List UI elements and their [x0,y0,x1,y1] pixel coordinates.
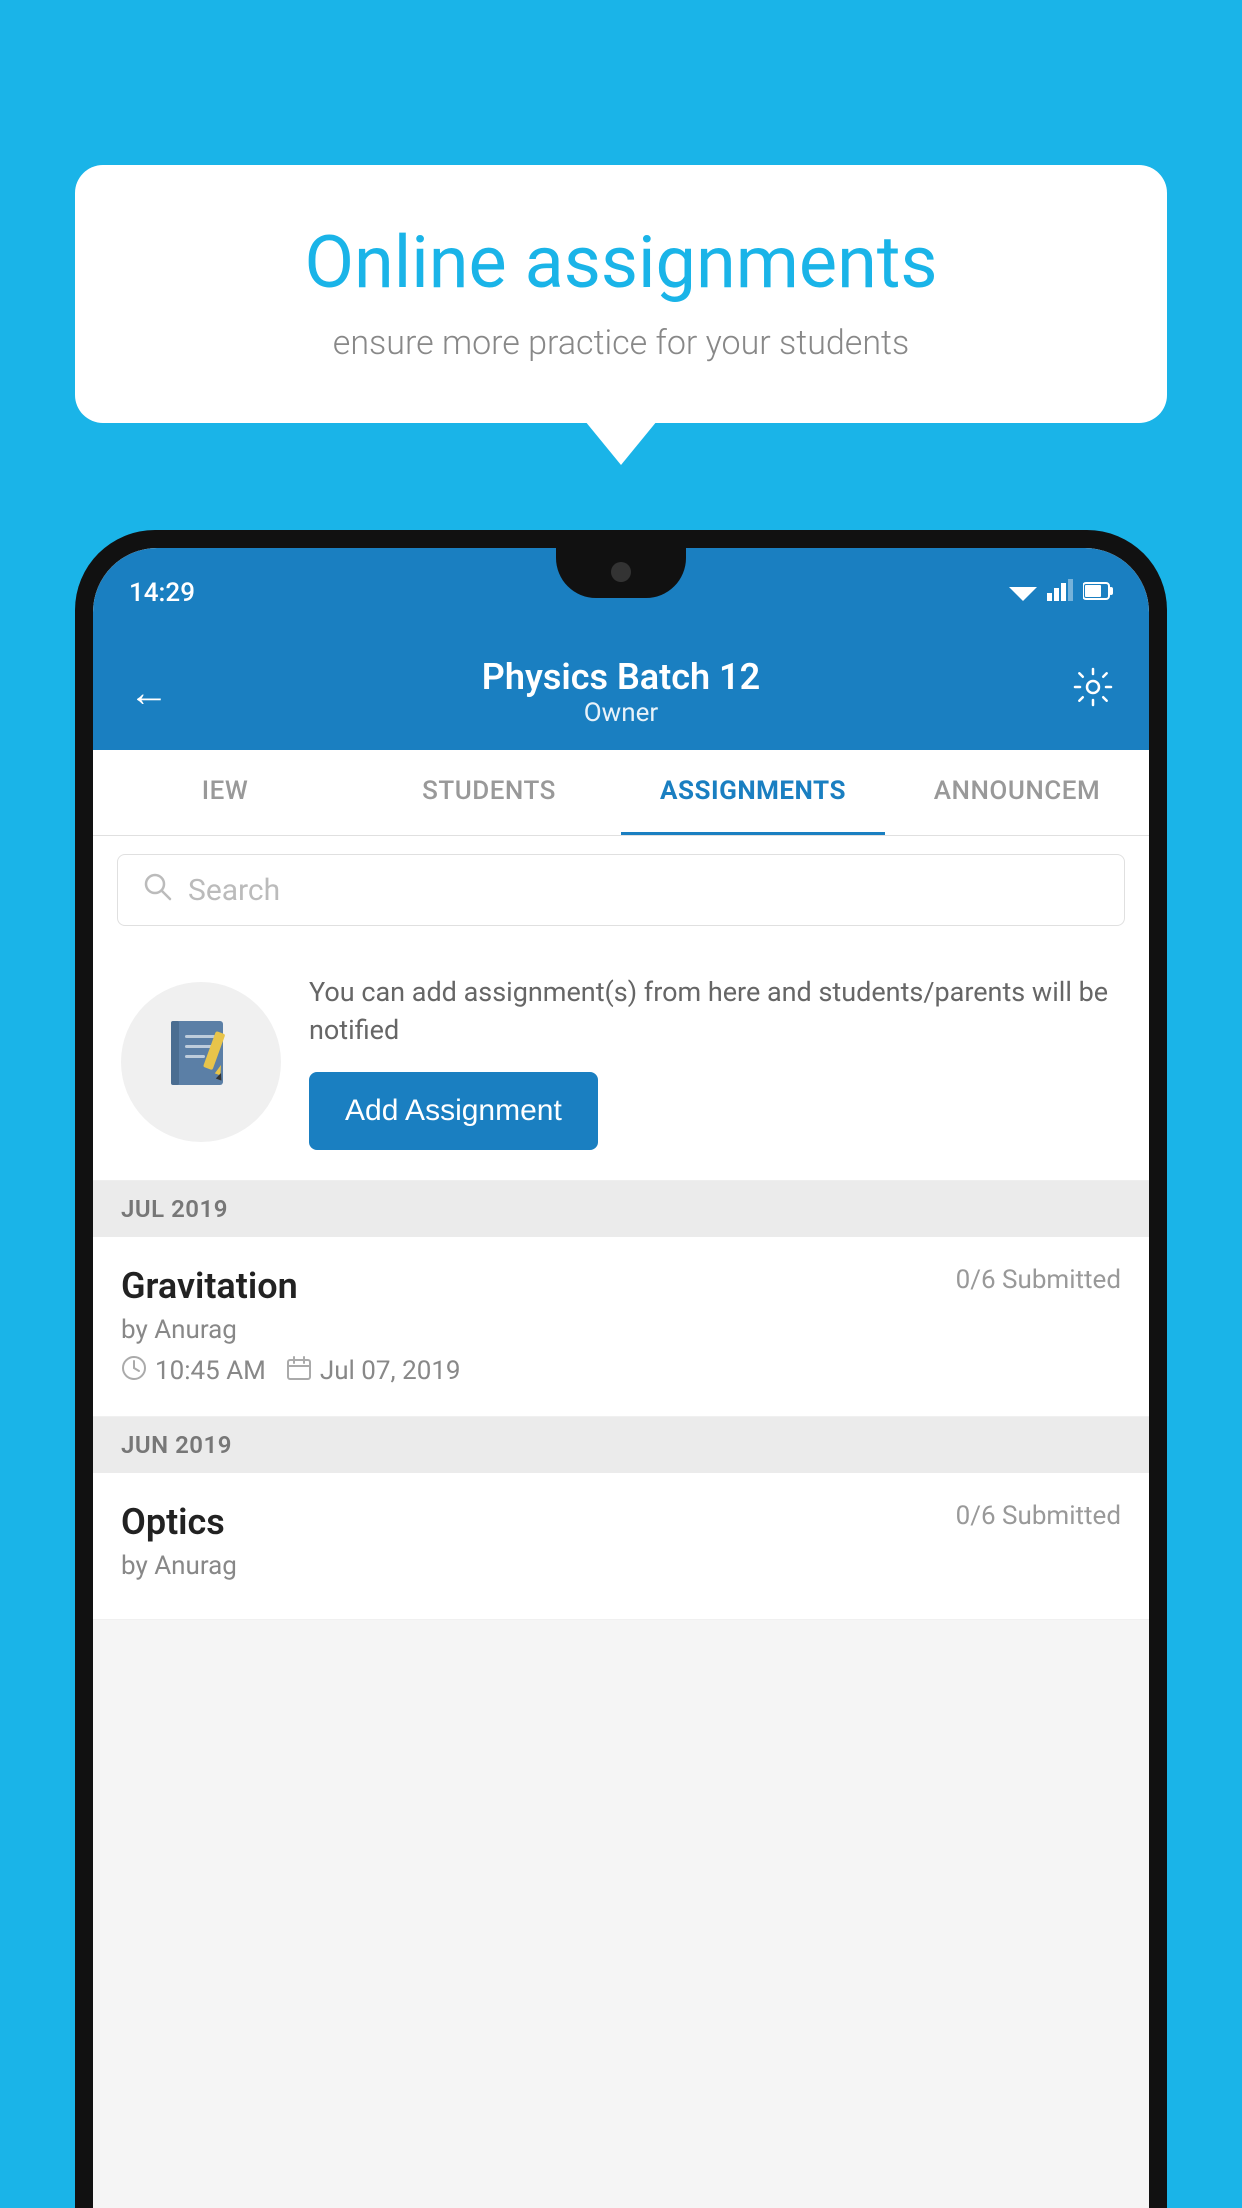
add-assignment-content: You can add assignment(s) from here and … [309,974,1121,1150]
bubble-title: Online assignments [135,220,1107,305]
notch-camera [611,562,631,582]
clock-icon [121,1355,147,1388]
battery-icon [1083,579,1113,607]
header-center: Physics Batch 12 Owner [169,656,1073,728]
section-header-jun: JUN 2019 [93,1417,1149,1473]
speech-bubble-container: Online assignments ensure more practice … [75,165,1167,423]
calendar-icon [286,1355,312,1388]
search-placeholder: Search [188,873,280,908]
assignment-meta: 10:45 AM Jul 07, 2019 [121,1355,1121,1388]
assignment-submitted: 0/6 Submitted [956,1265,1121,1295]
assignment-row-top-optics: Optics 0/6 Submitted [121,1501,1121,1543]
search-icon [142,871,172,909]
meta-date: Jul 07, 2019 [286,1355,461,1388]
signal-icon [1047,579,1073,607]
speech-bubble: Online assignments ensure more practice … [75,165,1167,423]
phone-frame: 14:29 [75,530,1167,2208]
assignment-by-optics: by Anurag [121,1551,1121,1581]
back-button[interactable]: ← [129,669,169,716]
app-header: ← Physics Batch 12 Owner [93,638,1149,750]
tab-students[interactable]: STUDENTS [357,750,621,835]
settings-button[interactable] [1073,667,1113,717]
assignment-by: by Anurag [121,1315,1121,1345]
add-assignment-section: You can add assignment(s) from here and … [93,944,1149,1181]
section-header-jul: JUL 2019 [93,1181,1149,1237]
assignment-icon-circle [121,982,281,1142]
bubble-subtitle: ensure more practice for your students [135,323,1107,363]
search-input-wrapper[interactable]: Search [117,854,1125,926]
assignment-row-top: Gravitation 0/6 Submitted [121,1265,1121,1307]
header-subtitle: Owner [169,698,1073,728]
assignment-date: Jul 07, 2019 [320,1356,461,1386]
phone-notch [556,548,686,598]
tab-iew[interactable]: IEW [93,750,357,835]
meta-time: 10:45 AM [121,1355,266,1388]
assignment-time: 10:45 AM [155,1356,266,1386]
notebook-icon [161,1013,241,1111]
assignment-name: Gravitation [121,1265,298,1307]
add-assignment-button[interactable]: Add Assignment [309,1072,598,1150]
wifi-icon [1009,579,1037,607]
header-title: Physics Batch 12 [169,656,1073,698]
tabs-container: IEW STUDENTS ASSIGNMENTS ANNOUNCEM [93,750,1149,836]
assignment-name-optics: Optics [121,1501,225,1543]
status-time: 14:29 [129,578,195,608]
phone-screen: 14:29 [93,548,1149,2208]
add-assignment-description: You can add assignment(s) from here and … [309,974,1121,1050]
status-bar: 14:29 [93,548,1149,638]
assignment-item-optics[interactable]: Optics 0/6 Submitted by Anurag [93,1473,1149,1620]
search-container: Search [93,836,1149,944]
assignment-item-gravitation[interactable]: Gravitation 0/6 Submitted by Anurag 10:4… [93,1237,1149,1417]
tab-announcements[interactable]: ANNOUNCEM [885,750,1149,835]
assignment-submitted-optics: 0/6 Submitted [956,1501,1121,1531]
tab-assignments[interactable]: ASSIGNMENTS [621,750,885,835]
status-icons [1009,579,1113,607]
